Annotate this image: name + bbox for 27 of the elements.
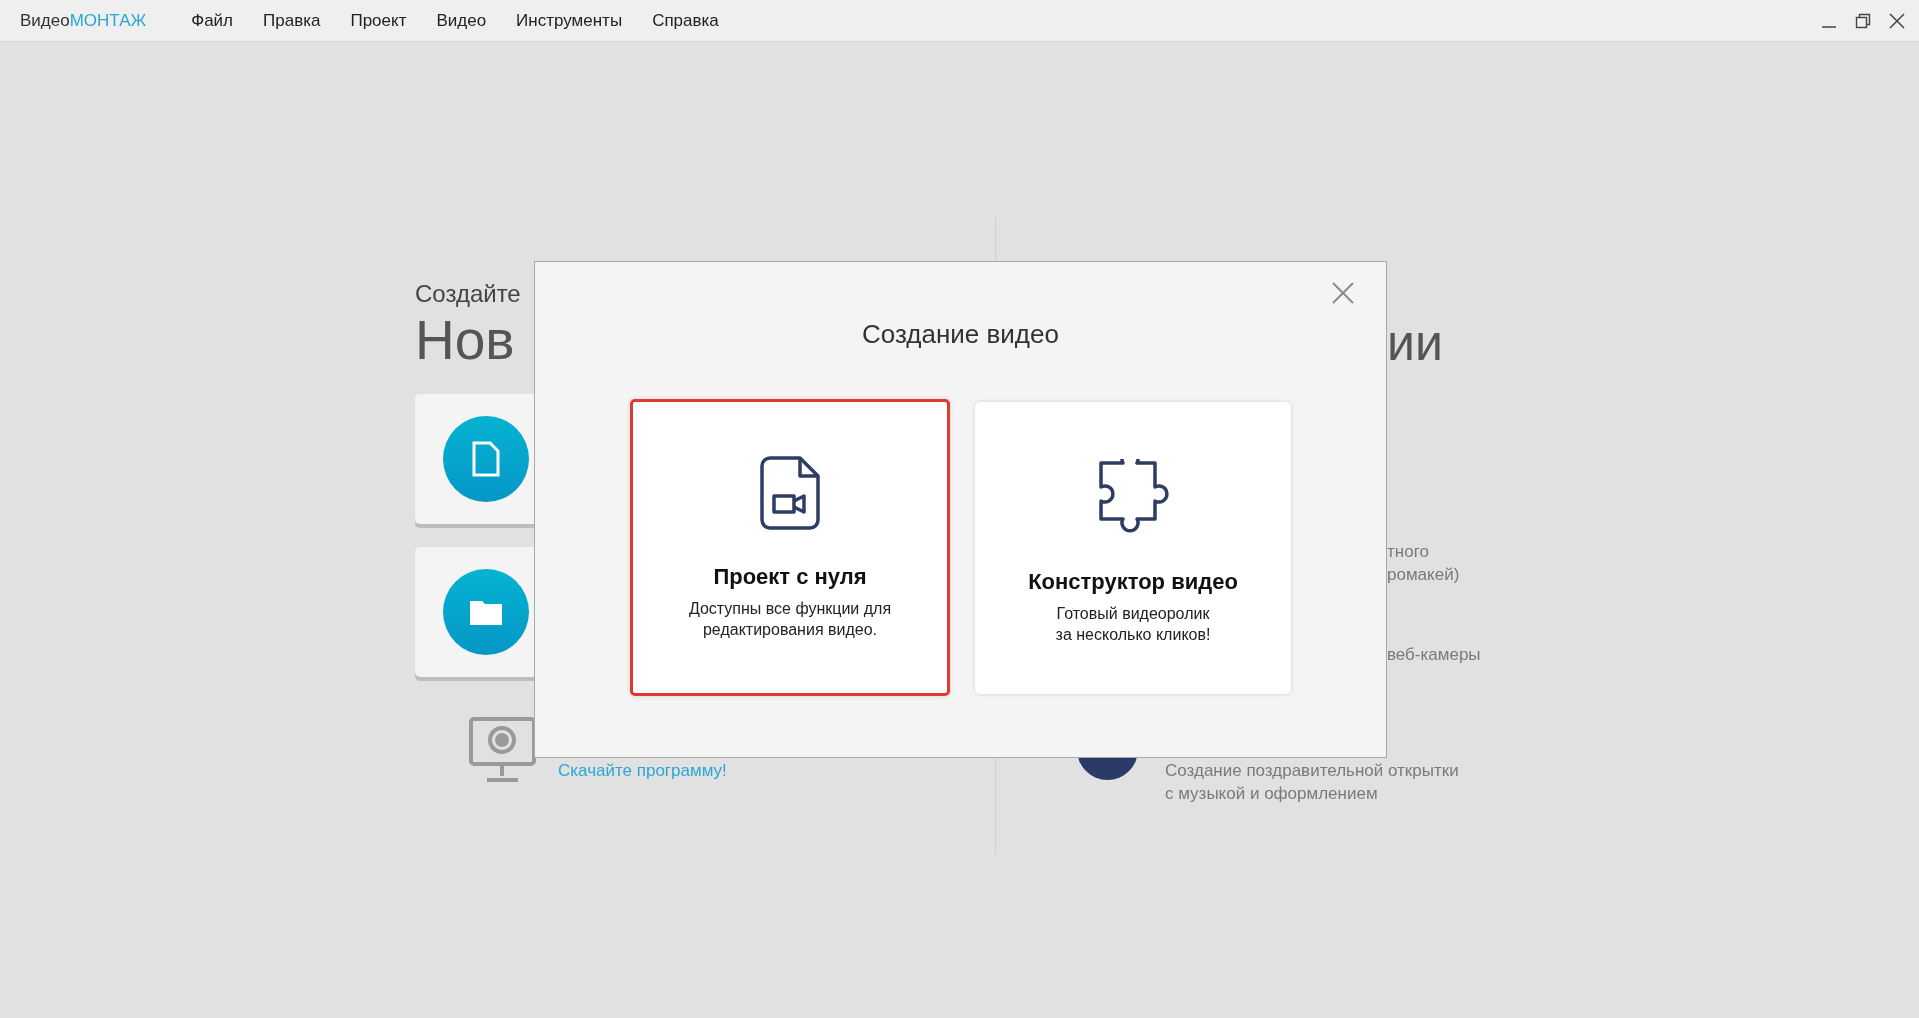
- webcam-monitor-icon: [469, 717, 536, 783]
- menu-item[interactable]: Видео: [436, 10, 487, 31]
- feature-description: веб-камеры: [1387, 644, 1481, 666]
- option-title: Проект с нуля: [713, 564, 867, 590]
- feature-description: тного ромакей): [1387, 541, 1460, 586]
- feature-description: Создание поздравительной открытки с музыкой и оформлением: [1165, 760, 1459, 805]
- section-subtitle: Создайте: [415, 280, 521, 308]
- restore-icon[interactable]: [1855, 12, 1871, 29]
- option-description: Готовый видеоролик за несколько кликов!: [1055, 603, 1211, 645]
- section-heading: Нов: [415, 309, 515, 371]
- document-icon: [471, 440, 501, 478]
- menu-item[interactable]: Правка: [263, 10, 321, 31]
- dialog-title: Создание видео: [862, 318, 1059, 350]
- video-file-icon: [760, 456, 820, 530]
- menu-item[interactable]: Проект: [350, 10, 407, 31]
- close-icon: [1332, 282, 1354, 304]
- option-card[interactable]: Конструктор видео Готовый видеоролик за несколько кликов!: [975, 401, 1291, 694]
- option-description: Доступны все функции для редактирования видео.: [688, 599, 892, 640]
- close-button[interactable]: [1332, 282, 1354, 304]
- option-card[interactable]: Проект с нуля Доступны все функции для редактирования видео.: [630, 399, 950, 696]
- menu-item[interactable]: Справка: [652, 10, 719, 31]
- close-icon[interactable]: [1889, 12, 1905, 29]
- menu-item[interactable]: Инструменты: [516, 10, 623, 31]
- menu-item[interactable]: Файл: [191, 10, 233, 31]
- app-logo: ВидеоМОНТАЖ: [20, 10, 147, 31]
- section-heading: ии: [1387, 315, 1443, 371]
- option-title: Конструктор видео: [1028, 568, 1238, 595]
